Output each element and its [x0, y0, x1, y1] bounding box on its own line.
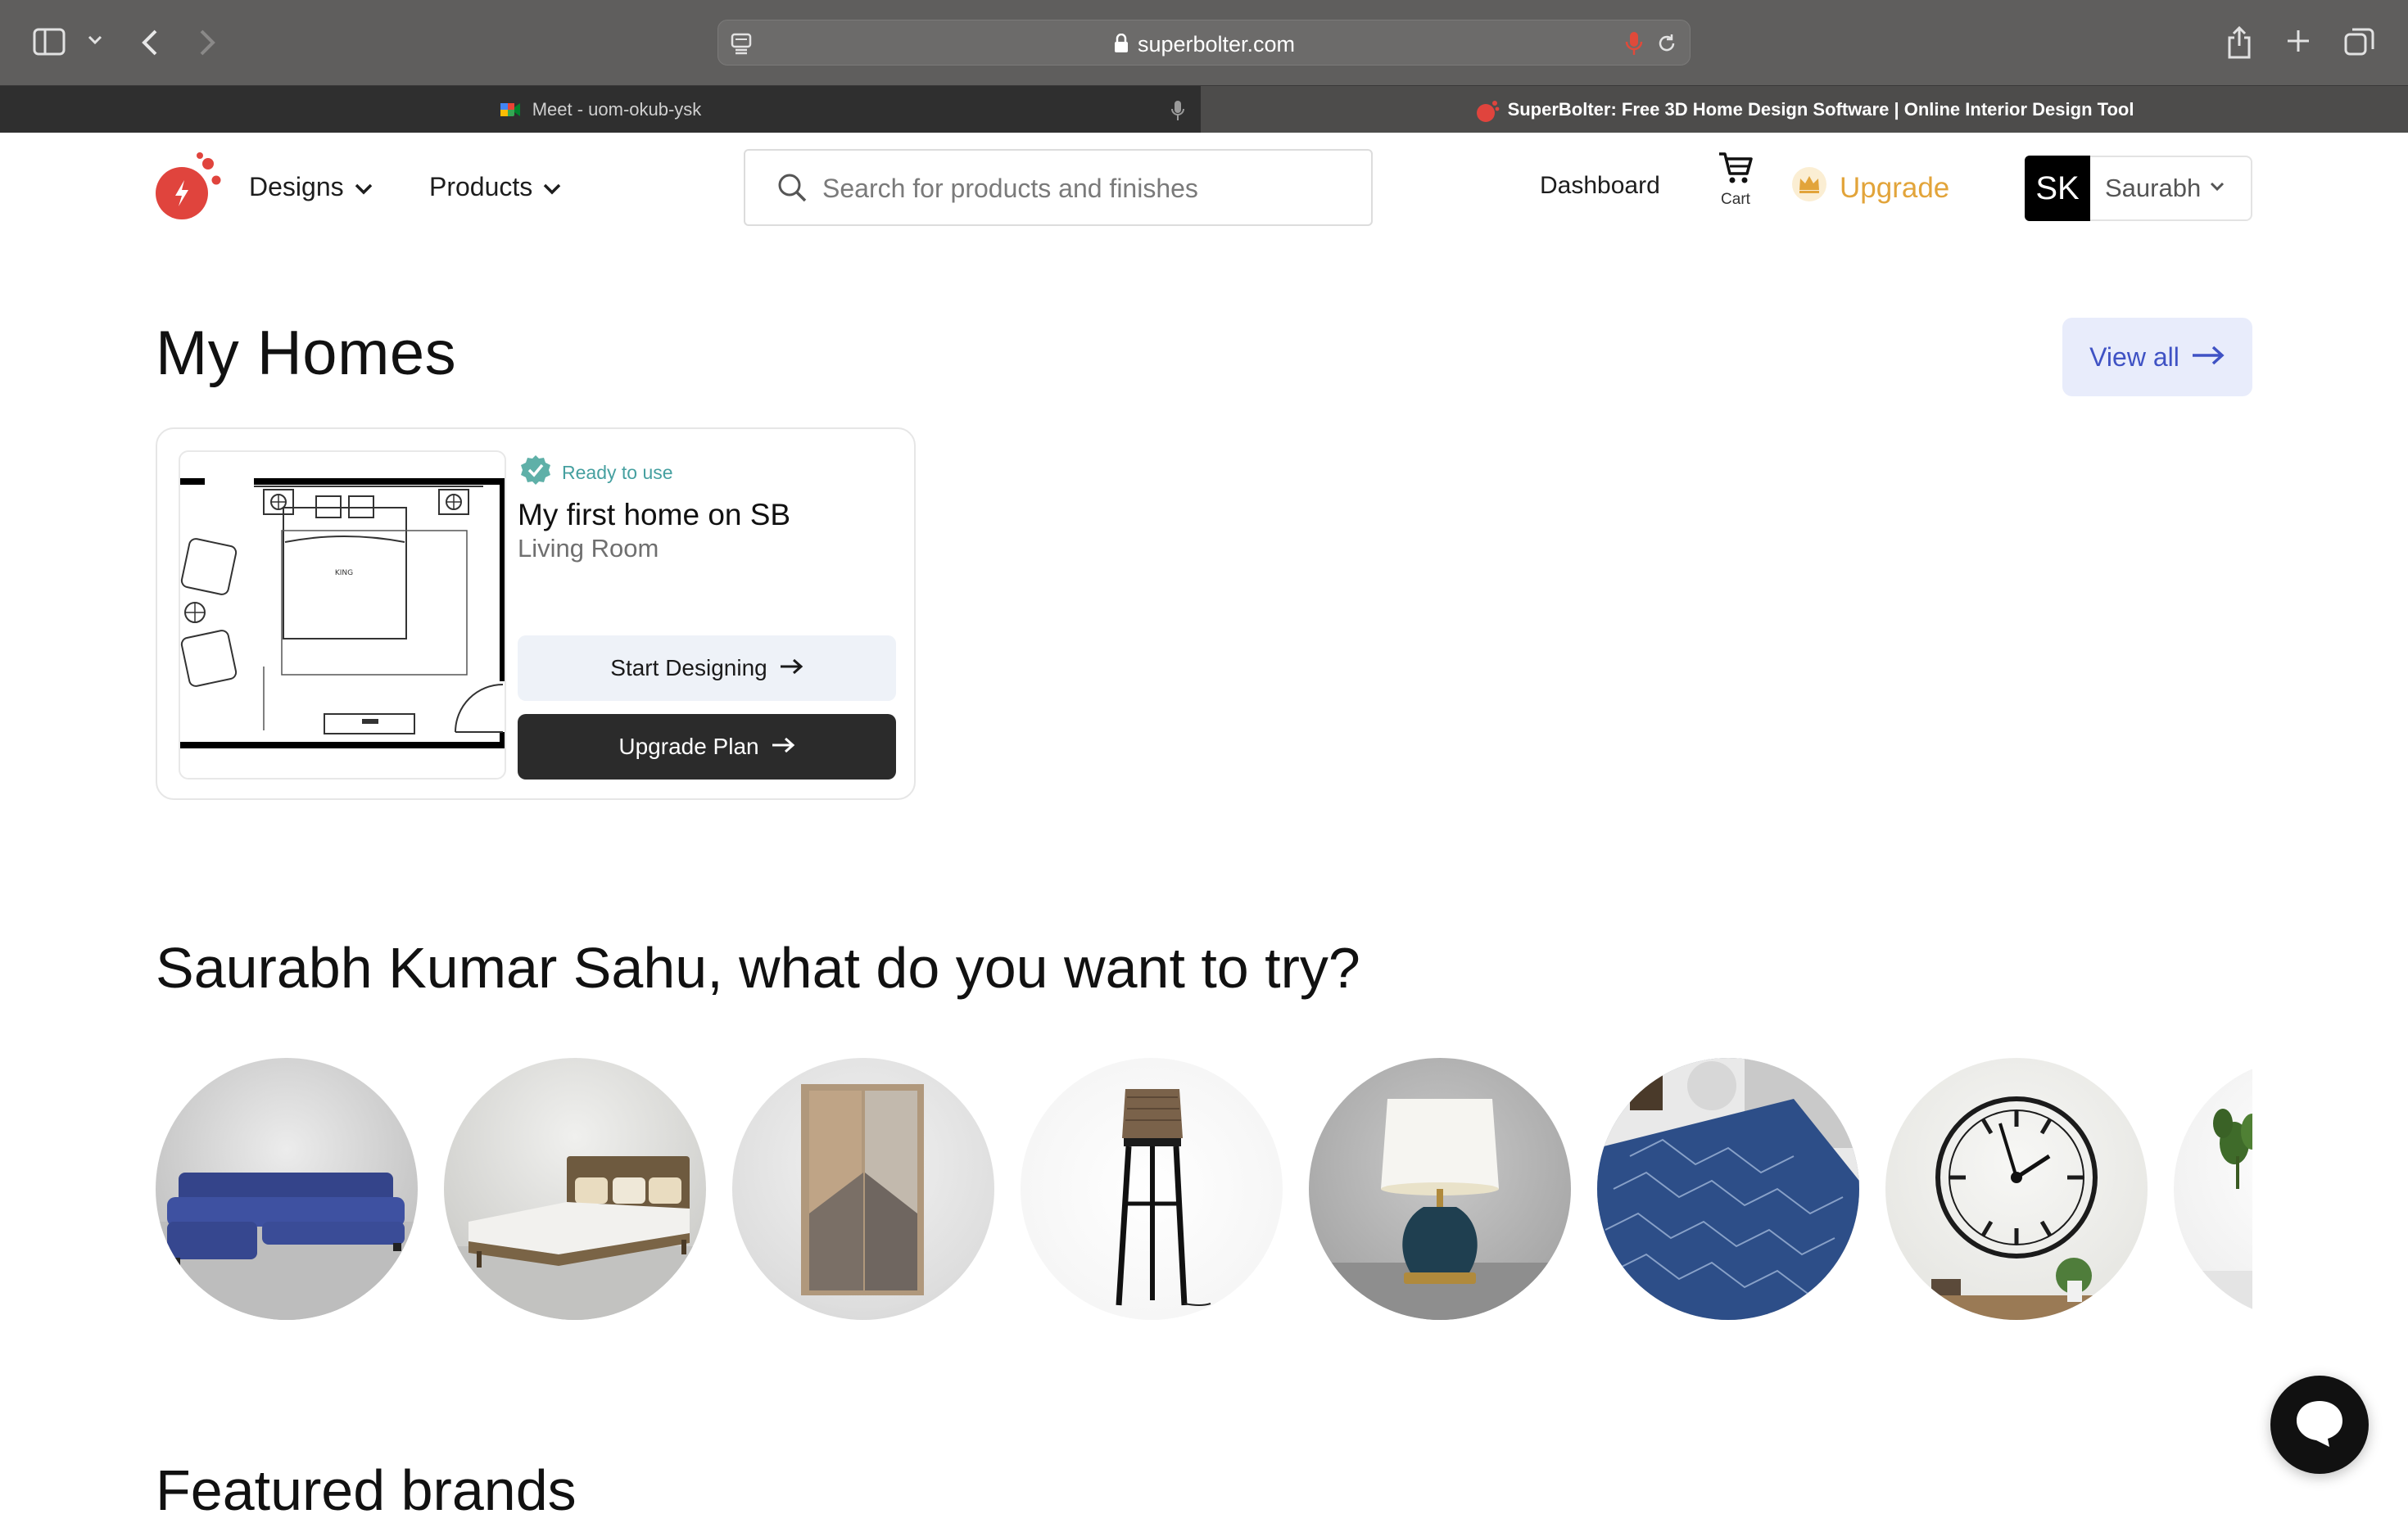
- tab-title: SuperBolter: Free 3D Home Design Softwar…: [1507, 99, 2134, 120]
- my-homes-title: My Homes: [156, 319, 457, 388]
- verified-check-icon: [519, 454, 552, 491]
- status-badge: Ready to use: [519, 454, 673, 491]
- chevron-down-icon[interactable]: [87, 34, 103, 50]
- wall-clock-icon: [1918, 1096, 2115, 1320]
- nav-designs-label: Designs: [249, 172, 344, 201]
- superbolter-logo-icon[interactable]: [154, 151, 224, 225]
- arrow-right-icon: [771, 734, 795, 760]
- search-input[interactable]: [822, 169, 1347, 208]
- microphone-icon: [1170, 99, 1186, 127]
- cart-icon: [1718, 152, 1754, 188]
- arrow-right-icon: [2191, 342, 2225, 373]
- bed-icon: [444, 1156, 706, 1320]
- search-box[interactable]: [744, 149, 1373, 226]
- lock-icon: [1113, 33, 1129, 59]
- product-table-lamp[interactable]: [1309, 1058, 1571, 1320]
- product-wardrobe[interactable]: [732, 1058, 994, 1320]
- view-all-button[interactable]: View all: [2062, 318, 2252, 396]
- product-plant[interactable]: [2174, 1058, 2252, 1320]
- featured-brands-title: Featured brands: [156, 1458, 577, 1522]
- dashboard-link[interactable]: Dashboard: [1540, 172, 1660, 200]
- start-designing-button[interactable]: Start Designing: [518, 635, 896, 701]
- chevron-down-icon: [542, 172, 562, 202]
- chat-bubble-icon: [2293, 1398, 2346, 1453]
- reload-icon[interactable]: [1655, 32, 1678, 59]
- floor-lamp-icon: [1116, 1089, 1211, 1306]
- plant-icon: [2174, 1109, 2252, 1320]
- chevron-down-icon: [2209, 181, 2225, 197]
- home-card[interactable]: KING Ready to use My first home on SB Li…: [156, 427, 916, 800]
- home-name: My first home on SB: [518, 498, 791, 531]
- address-bar[interactable]: superbolter.com: [717, 20, 1691, 66]
- sidebar-toggle-icon[interactable]: [33, 28, 66, 60]
- wardrobe-icon: [801, 1084, 924, 1295]
- tab-bar: Meet - uom-okub-ysk SuperBolter: Free 3D…: [0, 85, 2408, 133]
- upgrade-button[interactable]: Upgrade: [1790, 165, 1949, 210]
- site-header: Designs Products Dashboard Cart Upgrade …: [0, 133, 2408, 241]
- product-floor-lamp[interactable]: [1021, 1058, 1283, 1320]
- tab-overview-icon[interactable]: [2344, 26, 2375, 61]
- product-rug[interactable]: [1597, 1058, 1859, 1320]
- user-menu[interactable]: SK Saurabh: [2025, 156, 2252, 221]
- status-label: Ready to use: [562, 461, 673, 483]
- try-section-title: Saurabh Kumar Sahu, what do you want to …: [156, 936, 1360, 1000]
- arrow-right-icon: [779, 655, 803, 681]
- product-sofa[interactable]: [156, 1058, 418, 1320]
- view-all-label: View all: [2089, 341, 2179, 372]
- upgrade-label: Upgrade: [1840, 171, 1950, 204]
- browser-toolbar: superbolter.com: [0, 0, 2408, 85]
- url-label: superbolter.com: [1137, 32, 1296, 56]
- upgrade-plan-label: Upgrade Plan: [618, 734, 759, 759]
- tab-superbolter[interactable]: SuperBolter: Free 3D Home Design Softwar…: [1201, 86, 2408, 133]
- table-lamp-icon: [1309, 1099, 1571, 1320]
- url-text: superbolter.com: [718, 32, 1690, 59]
- chevron-down-icon: [354, 172, 373, 202]
- nav-designs[interactable]: Designs: [249, 172, 373, 202]
- tab-meet[interactable]: Meet - uom-okub-ysk: [0, 86, 1201, 133]
- floorplan-thumbnail[interactable]: KING: [179, 450, 506, 780]
- rug-icon: [1597, 1058, 1859, 1320]
- product-wall-clock[interactable]: [1885, 1058, 2148, 1320]
- google-meet-icon: [500, 99, 521, 120]
- microphone-icon[interactable]: [1624, 30, 1644, 61]
- share-icon[interactable]: [2226, 25, 2252, 63]
- floorplan-bed-label: KING: [335, 569, 353, 577]
- crown-icon: [1790, 165, 1828, 210]
- avatar: SK: [2025, 156, 2090, 221]
- product-bed[interactable]: [444, 1058, 706, 1320]
- chat-button[interactable]: [2270, 1376, 2369, 1474]
- tab-title: Meet - uom-okub-ysk: [532, 99, 702, 120]
- search-icon: [776, 172, 808, 207]
- nav-products[interactable]: Products: [429, 172, 562, 202]
- cart-button[interactable]: Cart: [1712, 151, 1759, 209]
- upgrade-plan-button[interactable]: Upgrade Plan: [518, 714, 896, 780]
- user-name: Saurabh: [2105, 174, 2202, 202]
- sofa-icon: [156, 1173, 418, 1320]
- new-tab-icon[interactable]: [2285, 28, 2311, 58]
- home-room: Living Room: [518, 534, 659, 563]
- forward-icon[interactable]: [197, 28, 218, 61]
- product-carousel: [156, 1058, 2252, 1322]
- back-icon[interactable]: [139, 28, 161, 61]
- start-designing-label: Start Designing: [610, 655, 767, 680]
- cart-label: Cart: [1721, 191, 1750, 208]
- superbolter-favicon-icon: [1475, 99, 1499, 122]
- nav-products-label: Products: [429, 172, 533, 201]
